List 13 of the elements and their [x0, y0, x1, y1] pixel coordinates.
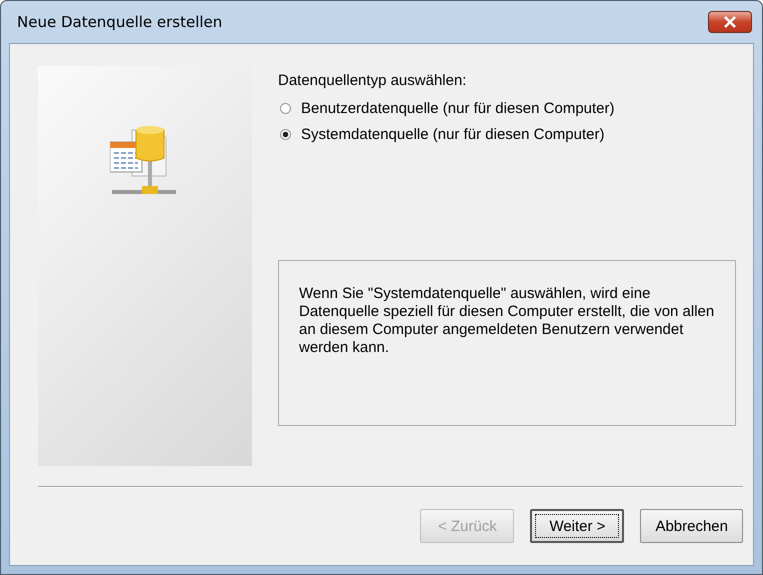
radio-label: Systemdatenquelle (nur für diesen Computer): [301, 126, 604, 143]
radio-option[interactable]: Benutzerdatenquelle (nur für diesen Computer): [280, 100, 743, 117]
radio-option[interactable]: Systemdatenquelle (nur für diesen Computer): [280, 126, 743, 143]
dialog-button[interactable]: Weiter >: [530, 509, 624, 543]
close-button[interactable]: [708, 11, 752, 33]
window-title: Neue Datenquelle erstellen: [17, 13, 222, 31]
dialog-button[interactable]: Abbrechen: [640, 509, 743, 543]
group-label: Datenquellentyp auswählen:: [278, 72, 468, 89]
close-icon: [723, 16, 737, 28]
radio-label: Benutzerdatenquelle (nur für diesen Computer): [301, 100, 615, 117]
description-text: Wenn Sie "Systemdatenquelle" auswählen, wird eine Datenquelle speziell für diesen Computer erstellt, die von allen an diesem Computer angemeldeten Benutzern verwendet werden kann.: [299, 285, 715, 357]
radio-button[interactable]: [280, 103, 291, 114]
radio-button[interactable]: [280, 129, 291, 140]
